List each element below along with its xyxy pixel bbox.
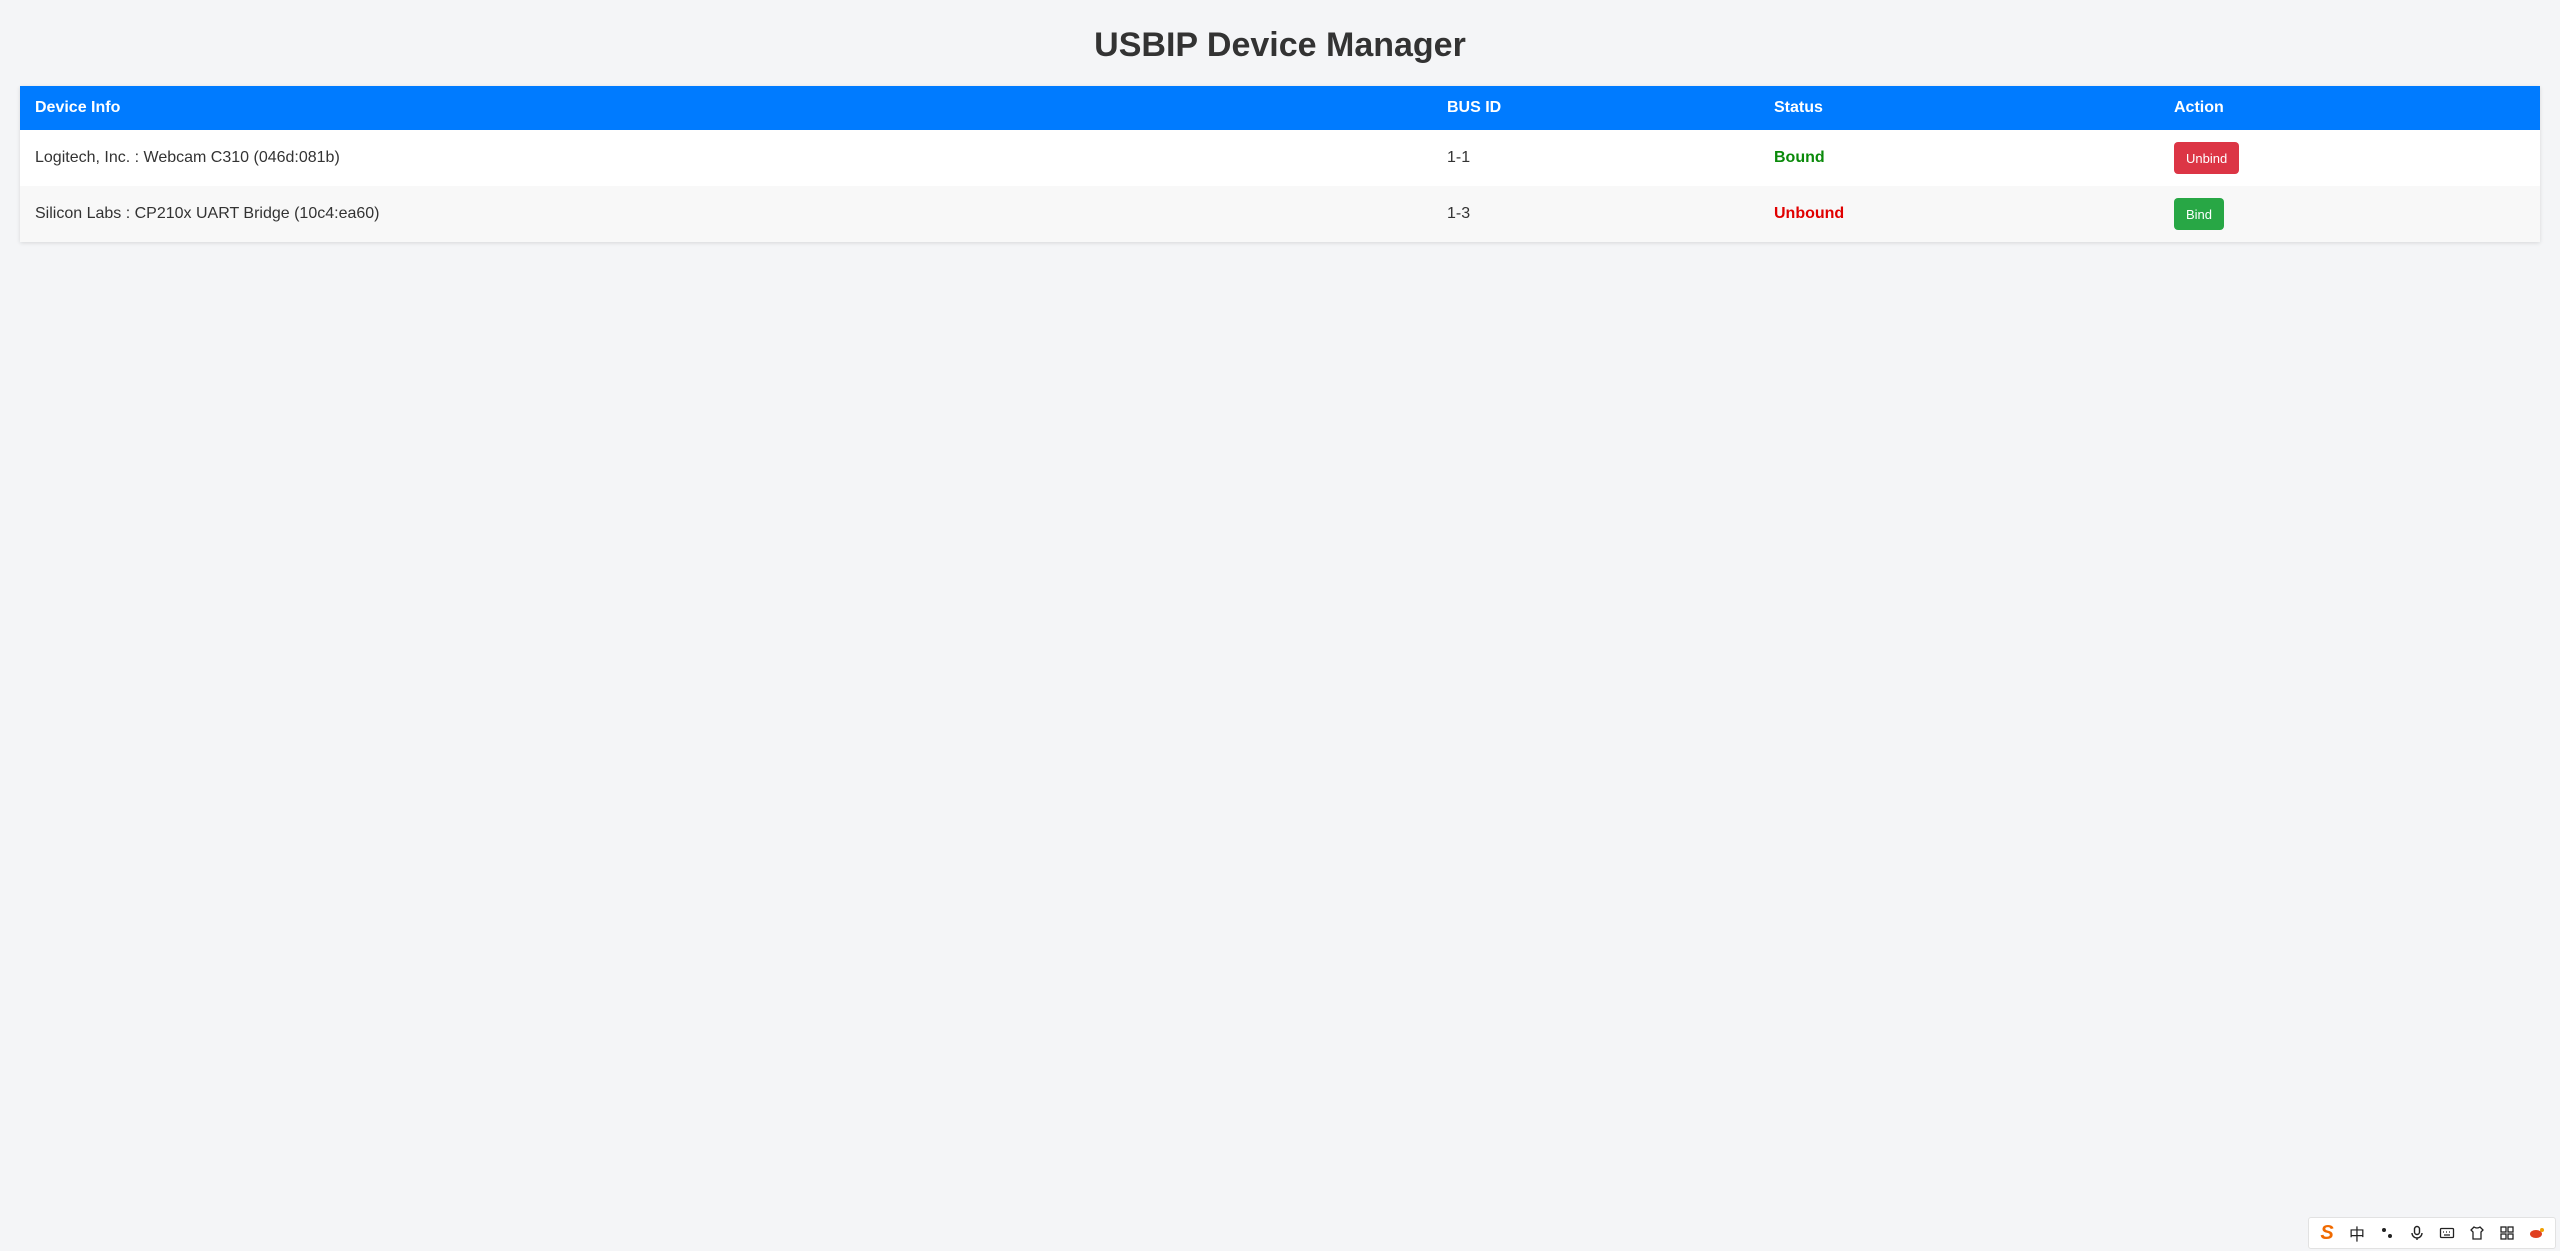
- column-header-bus-id: BUS ID: [1447, 99, 1502, 116]
- status-cell: Unbound: [1774, 205, 1845, 222]
- table-header-row: Device Info BUS ID Status Action: [20, 86, 2540, 130]
- ime-mode-toggle[interactable]: 中: [2345, 1221, 2369, 1245]
- column-header-device-info: Device Info: [35, 99, 121, 116]
- unbind-button[interactable]: Unbind: [2174, 142, 2240, 174]
- bus-id-cell: 1-1: [1447, 149, 1471, 166]
- microphone-icon[interactable]: [2405, 1221, 2429, 1245]
- column-header-status: Status: [1774, 99, 1823, 116]
- table-row: Logitech, Inc. : Webcam C310 (046d:081b)…: [20, 130, 2540, 186]
- toolbox-icon[interactable]: [2495, 1221, 2519, 1245]
- ime-logo-icon[interactable]: S: [2315, 1221, 2339, 1245]
- skin-icon[interactable]: [2465, 1221, 2489, 1245]
- action-cell: Unbind: [2159, 130, 2540, 186]
- device-table-container: Device Info BUS ID Status Action Logitec…: [20, 86, 2540, 242]
- status-cell: Bound: [1774, 149, 1825, 166]
- ime-toolbar: S 中: [2308, 1217, 2556, 1249]
- keyboard-icon[interactable]: [2435, 1221, 2459, 1245]
- bus-id-cell: 1-3: [1447, 205, 1471, 222]
- device-info-cell: Logitech, Inc. : Webcam C310 (046d:081b): [35, 149, 340, 166]
- page: USBIP Device Manager Device Info BUS ID …: [0, 0, 2560, 1251]
- bind-button[interactable]: Bind: [2174, 198, 2225, 230]
- page-title: USBIP Device Manager: [1094, 26, 1466, 64]
- punctuation-icon[interactable]: [2375, 1221, 2399, 1245]
- table-row: Silicon Labs : CP210x UART Bridge (10c4:…: [20, 186, 2540, 242]
- device-info-cell: Silicon Labs : CP210x UART Bridge (10c4:…: [35, 205, 380, 222]
- emoji-icon[interactable]: [2525, 1221, 2549, 1245]
- action-cell: Bind: [2159, 186, 2540, 242]
- column-header-action: Action: [2174, 99, 2224, 116]
- device-table: Device Info BUS ID Status Action Logitec…: [20, 86, 2540, 242]
